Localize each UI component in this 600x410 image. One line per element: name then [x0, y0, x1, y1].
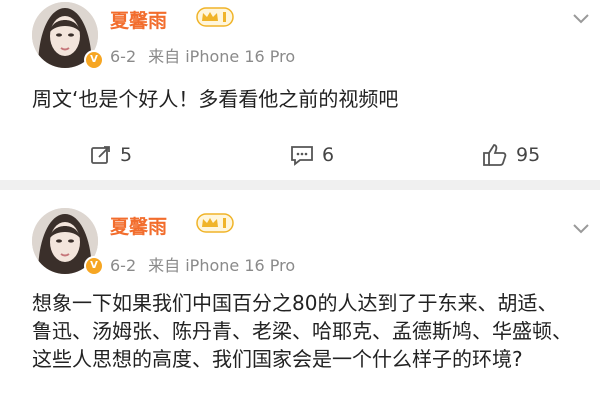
verified-badge-icon: V	[84, 50, 104, 70]
comment-icon	[291, 146, 313, 166]
crown-member-badge-icon[interactable]	[196, 7, 234, 27]
post-meta: 6-2 来自 iPhone 16 Pro	[110, 43, 295, 67]
like-count: 95	[516, 144, 541, 166]
action-bar: 5 6 95	[0, 140, 600, 170]
chevron-down-icon[interactable]	[572, 13, 590, 25]
post-date: 6-2	[110, 256, 137, 275]
post-date: 6-2	[110, 47, 137, 66]
comment-count: 6	[322, 144, 335, 166]
verified-badge-icon: V	[84, 256, 104, 276]
crown-member-badge-icon[interactable]	[196, 213, 234, 233]
post-content: 想象一下如果我们中国百分之80的人达到了于东来、胡适、鲁迅、汤姆张、陈丹青、老梁…	[32, 291, 572, 371]
thumbs-up-icon	[483, 144, 507, 166]
weibo-post: V 夏馨雨 6-2 来自 iPhone 16 Pro 想象一下如果我们中国百分之8…	[0, 190, 600, 410]
post-source: 来自 iPhone 16 Pro	[148, 47, 296, 66]
username[interactable]: 夏馨雨	[110, 212, 167, 239]
chevron-down-icon[interactable]	[572, 223, 590, 235]
username[interactable]: 夏馨雨	[110, 6, 167, 33]
weibo-post: V 夏馨雨 6-2 来自 iPhone 16 Pro 周文‘也是个好人！多看看他之…	[0, 0, 600, 180]
post-source: 来自 iPhone 16 Pro	[148, 256, 296, 275]
repost-count: 5	[120, 144, 133, 166]
repost-button[interactable]: 5	[90, 140, 132, 170]
comment-button[interactable]: 6	[290, 140, 334, 170]
like-button[interactable]: 95	[482, 140, 540, 170]
post-content: 周文‘也是个好人！多看看他之前的视频吧	[32, 87, 399, 111]
post-divider	[0, 180, 600, 190]
edit-share-icon	[91, 146, 110, 164]
post-meta: 6-2 来自 iPhone 16 Pro	[110, 252, 295, 276]
